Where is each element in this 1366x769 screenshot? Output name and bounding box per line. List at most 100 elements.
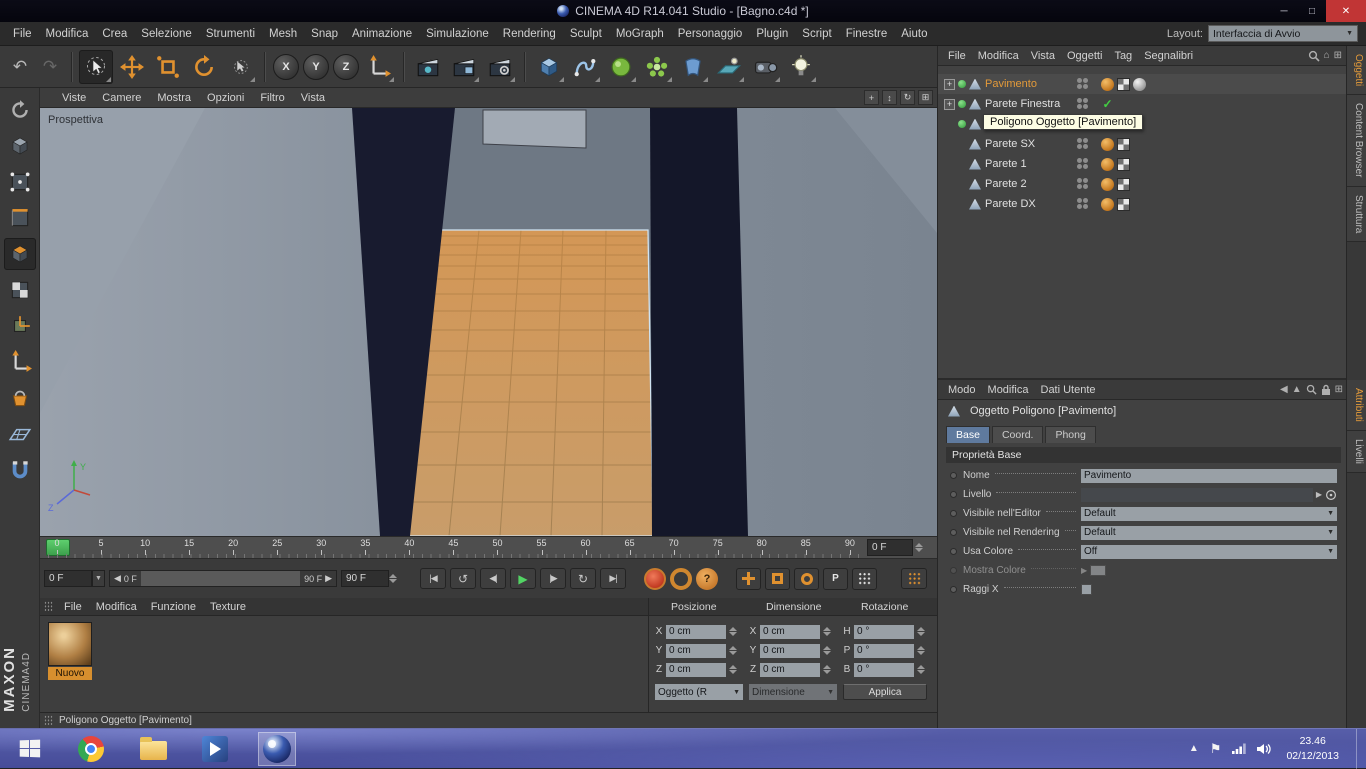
anim-dot-icon[interactable] — [950, 529, 957, 536]
dimension-z-spinner[interactable] — [823, 662, 832, 677]
position-z-input[interactable]: 0 cm — [666, 663, 726, 677]
menu-item[interactable]: Finestre — [839, 25, 895, 43]
model-mode-button[interactable] — [4, 130, 36, 162]
apply-button[interactable]: Applica — [843, 684, 927, 700]
record-keyframe-button[interactable] — [644, 568, 666, 590]
material-tag-icon[interactable] — [1101, 138, 1114, 151]
edges-mode-button[interactable] — [4, 202, 36, 234]
render-picture-viewer-button[interactable] — [447, 50, 481, 84]
am-menu-item[interactable]: Modifica — [982, 382, 1035, 398]
menu-item[interactable]: Mesh — [262, 25, 304, 43]
material-tag-icon[interactable] — [1101, 178, 1114, 191]
material-preview-ball[interactable] — [48, 622, 92, 666]
scale-tool[interactable] — [151, 50, 185, 84]
texture-mode-button[interactable] — [4, 274, 36, 306]
object-row[interactable]: + Pavimento — [938, 74, 1346, 94]
visibility-toggles[interactable] — [1077, 78, 1093, 90]
pin-icon[interactable]: ▲ — [1292, 384, 1302, 395]
live-selection-tool[interactable] — [79, 50, 113, 84]
materials-menu-item[interactable]: Modifica — [89, 599, 144, 615]
dimension-mode-dropdown[interactable]: Dimensione▼ — [749, 684, 837, 700]
frame-spinner[interactable] — [915, 540, 924, 555]
menu-item[interactable]: Modifica — [39, 25, 96, 43]
material-name[interactable]: Nuovo — [48, 667, 92, 680]
search-icon[interactable] — [1308, 50, 1320, 62]
previous-frame-button[interactable]: ◀| — [480, 568, 506, 589]
viewport-zoom-icon[interactable]: ↕ — [882, 90, 897, 105]
anim-dot-icon[interactable] — [950, 586, 957, 593]
menu-item[interactable]: Sculpt — [563, 25, 609, 43]
viewport-canvas[interactable]: Y Z — [40, 108, 937, 536]
visibility-toggles[interactable] — [1077, 138, 1093, 150]
rotation-h-input[interactable]: 0 ° — [854, 625, 914, 639]
keyframe-selection-button[interactable]: ? — [696, 568, 718, 590]
play-backwards-button[interactable]: ↺ — [450, 568, 476, 589]
uvw-tag-icon[interactable] — [1117, 198, 1130, 211]
add-environment-button[interactable] — [712, 50, 746, 84]
new-panel-icon[interactable]: ⊞ — [1335, 384, 1343, 395]
om-menu-item[interactable]: Vista — [1025, 48, 1061, 64]
rotation-p-input[interactable]: 0 ° — [854, 644, 914, 658]
object-row[interactable]: + Parete Finestra ✓ — [938, 94, 1346, 114]
layer-popup-icon[interactable]: ▶ — [1316, 490, 1322, 499]
rotation-b-spinner[interactable] — [917, 662, 926, 677]
material-tag-icon[interactable] — [1101, 198, 1114, 211]
material-tag-icon[interactable] — [1101, 158, 1114, 171]
add-generator-button[interactable] — [604, 50, 638, 84]
om-menu-item[interactable]: Segnalibri — [1138, 48, 1199, 64]
home-icon[interactable]: ⌂ — [1324, 50, 1330, 61]
minimize-button[interactable]: ─ — [1270, 0, 1298, 22]
texture-paint-button[interactable] — [4, 382, 36, 414]
show-desktop-button[interactable] — [1356, 729, 1362, 769]
dock-tab[interactable]: Attributi — [1347, 380, 1366, 431]
viewport-menu-item[interactable]: Camere — [94, 90, 149, 106]
position-y-input[interactable]: 0 cm — [666, 644, 726, 658]
coordinate-mode-dropdown[interactable]: Oggetto (R▼ — [655, 684, 743, 700]
dimension-y-input[interactable]: 0 cm — [760, 644, 820, 658]
menu-item[interactable]: Selezione — [134, 25, 199, 43]
z-axis-lock[interactable]: Z — [332, 50, 360, 84]
preview-range-slider[interactable]: ◀0 F 90 F▶ — [109, 570, 337, 587]
object-name[interactable]: Parete 1 — [985, 158, 1077, 170]
om-menu-item[interactable]: Oggetti — [1061, 48, 1108, 64]
axis-mode-button[interactable] — [4, 346, 36, 378]
add-primitive-button[interactable] — [532, 50, 566, 84]
menu-item[interactable]: Crea — [95, 25, 134, 43]
attribute-tab[interactable]: Coord. — [992, 426, 1044, 443]
enabled-dot-icon[interactable] — [958, 80, 966, 88]
materials-menu-item[interactable]: Funzione — [144, 599, 203, 615]
range-track[interactable] — [141, 571, 300, 586]
position-x-spinner[interactable] — [729, 624, 738, 639]
om-menu-item[interactable]: Modifica — [972, 48, 1025, 64]
viewport-maximize-icon[interactable]: ⊞ — [918, 90, 933, 105]
render-settings-button[interactable] — [483, 50, 517, 84]
maximize-button[interactable]: □ — [1298, 0, 1326, 22]
am-menu-item[interactable]: Modo — [942, 382, 982, 398]
rotation-b-input[interactable]: 0 ° — [854, 663, 914, 677]
cinema4d-taskbar-button[interactable] — [258, 732, 296, 766]
goto-start-button[interactable]: |◀ — [420, 568, 446, 589]
om-menu-item[interactable]: File — [942, 48, 972, 64]
object-row[interactable]: + Parete SX — [938, 134, 1346, 154]
uvw-tag-icon[interactable] — [1117, 138, 1130, 151]
material-item[interactable]: Nuovo — [48, 622, 94, 680]
object-name[interactable]: Parete DX — [985, 198, 1077, 210]
menu-item[interactable]: MoGraph — [609, 25, 671, 43]
viewport-menu-item[interactable]: Opzioni — [199, 90, 252, 106]
object-row[interactable]: + Parete 1 — [938, 154, 1346, 174]
hidden-icons-chevron[interactable]: ▲ — [1189, 743, 1199, 754]
section-header[interactable]: Proprietà Base — [946, 447, 1341, 463]
workplane-mode-button[interactable] — [4, 418, 36, 450]
rotation-h-spinner[interactable] — [917, 624, 926, 639]
menu-item[interactable]: Strumenti — [199, 25, 262, 43]
add-camera-button[interactable] — [748, 50, 782, 84]
viewport-3d-view[interactable]: Y Z Prospettiva — [40, 108, 937, 536]
action-center-icon[interactable]: ⚑ — [1210, 741, 1222, 757]
browser-mode-icon[interactable]: ⊞ — [1334, 50, 1342, 61]
menu-item[interactable]: Simulazione — [419, 25, 496, 43]
start-button[interactable] — [10, 732, 48, 766]
visibility-toggles[interactable] — [1077, 98, 1093, 110]
expander-icon[interactable]: + — [944, 79, 955, 90]
animation-options-button[interactable] — [901, 568, 927, 589]
visibility-toggles[interactable] — [1077, 198, 1093, 210]
